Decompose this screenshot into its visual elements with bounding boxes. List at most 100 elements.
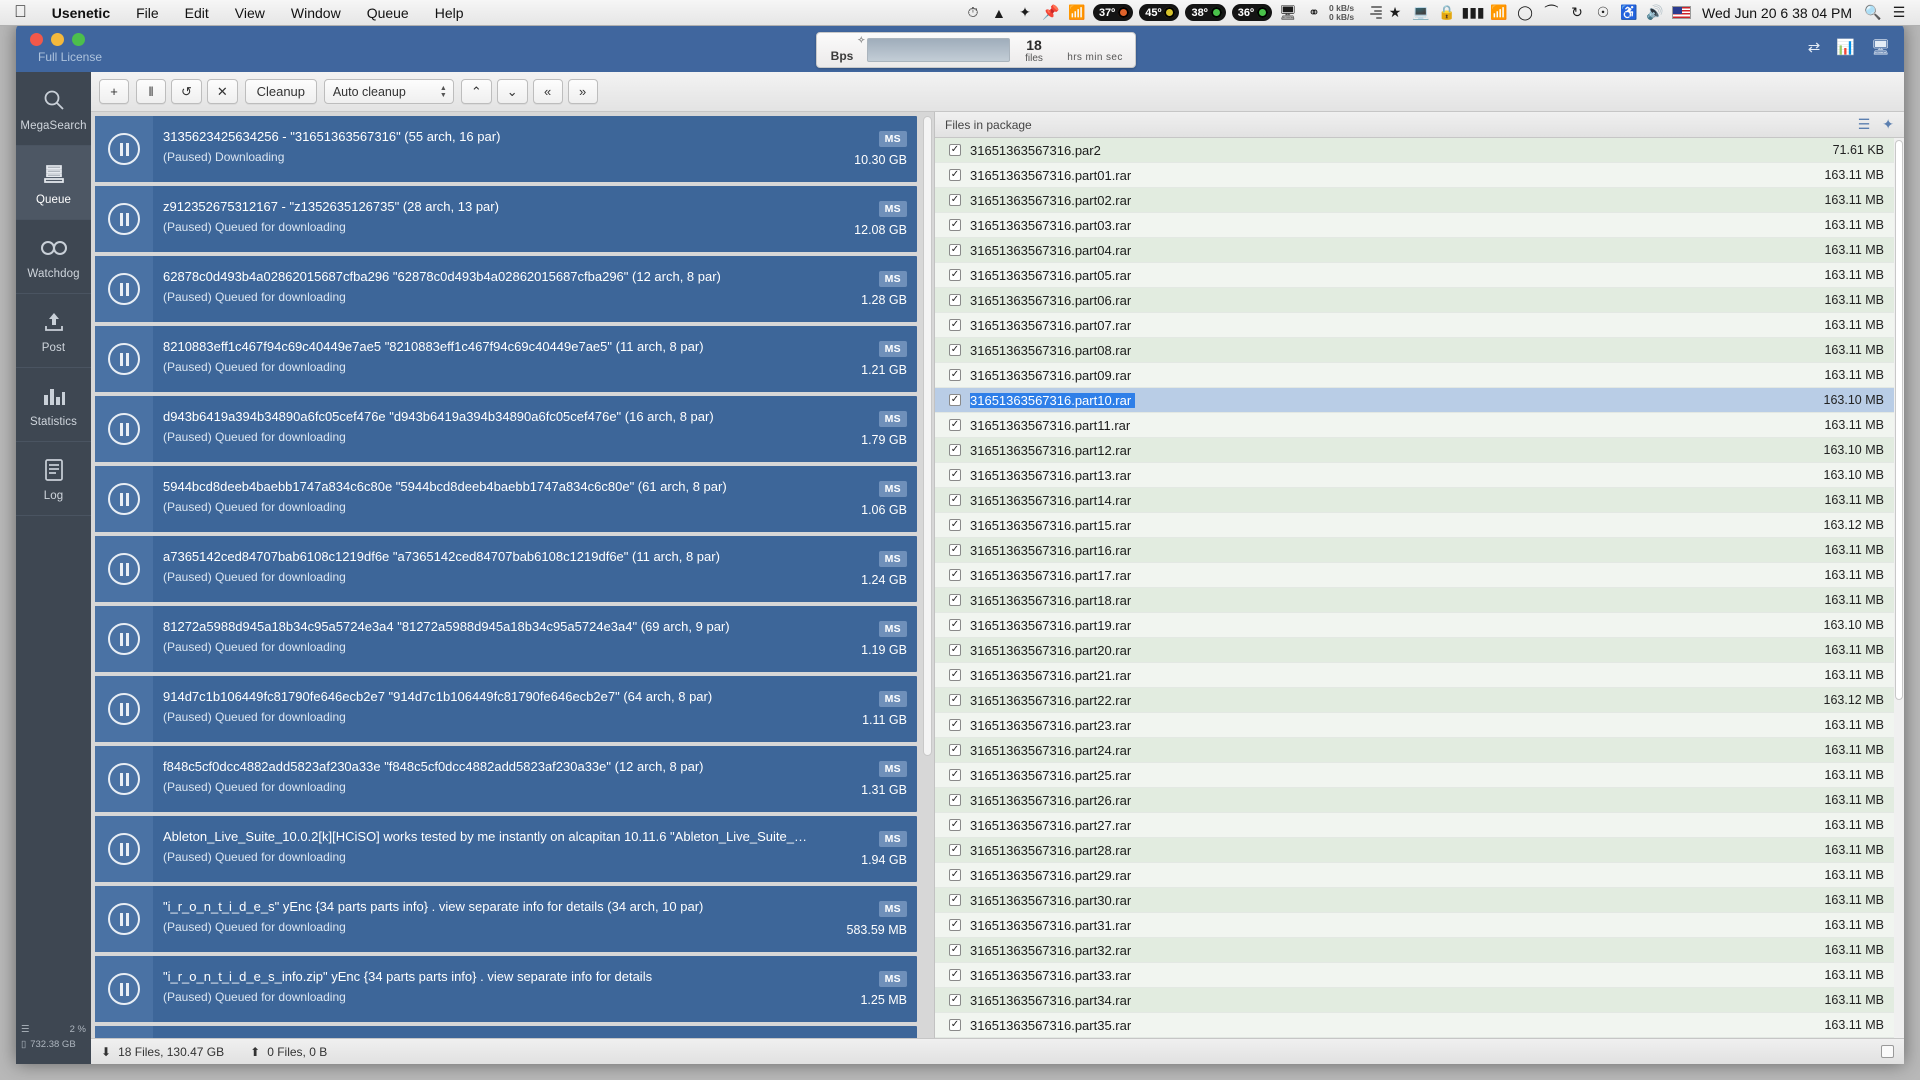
file-row[interactable]: ✓ 31651363567316.par2 71.61 KB [935, 138, 1894, 163]
queue-scrollbar-thumb[interactable] [923, 116, 932, 756]
bug-icon[interactable]: ★ [1382, 2, 1408, 24]
queue-row-pause-button[interactable] [95, 256, 153, 322]
file-checkbox[interactable]: ✓ [949, 994, 961, 1006]
menu-item-help[interactable]: Help [422, 0, 477, 26]
file-checkbox[interactable]: ✓ [949, 394, 961, 406]
file-checkbox[interactable]: ✓ [949, 819, 961, 831]
flag-icon[interactable] [1668, 2, 1694, 24]
file-checkbox[interactable]: ✓ [949, 719, 961, 731]
queue-row[interactable]: 81272a5988d945a18b34c95a5724e3a4 "81272a… [95, 606, 917, 672]
sidebar-item-megasearch[interactable]: MegaSearch [16, 72, 91, 146]
file-checkbox[interactable]: ✓ [949, 169, 961, 181]
file-row[interactable]: ✓ 31651363567316.part14.rar 163.11 MB [935, 488, 1894, 513]
menu-item-file[interactable]: File [123, 0, 172, 26]
search-icon[interactable]: 🔍 [1860, 2, 1886, 24]
file-row[interactable]: ✓ 31651363567316.part17.rar 163.11 MB [935, 563, 1894, 588]
notification-center-icon[interactable]: ☰ [1886, 2, 1912, 24]
file-row[interactable]: ✓ 31651363567316.part31.rar 163.11 MB [935, 913, 1894, 938]
menu-item-edit[interactable]: Edit [172, 0, 222, 26]
speed-widget[interactable]: ✧ Bps 18 files hrs min sec [816, 32, 1136, 68]
file-row[interactable]: ✓ 31651363567316.part04.rar 163.11 MB [935, 238, 1894, 263]
maximize-window-button[interactable] [72, 33, 85, 46]
sidebar-item-watchdog[interactable]: Watchdog [16, 220, 91, 294]
queue-row[interactable]: American_Graffiti_1973_Bluray-1080p_x265… [95, 1026, 917, 1038]
sidebar-item-post[interactable]: Post [16, 294, 91, 368]
file-checkbox[interactable]: ✓ [949, 219, 961, 231]
pin-icon[interactable]: 📌 [1038, 2, 1064, 24]
file-row[interactable]: ✓ 31651363567316.part33.rar 163.11 MB [935, 963, 1894, 988]
remove-button[interactable]: ✕ [206, 79, 238, 104]
file-row[interactable]: ✓ 31651363567316.part11.rar 163.11 MB [935, 413, 1894, 438]
battery-icon[interactable]: ▮▮▮ [1460, 2, 1486, 24]
files-scrollbar[interactable] [1894, 138, 1904, 1038]
layers-icon[interactable]: ☰ [1858, 116, 1871, 133]
eject-icon[interactable]: ⏜ [1538, 2, 1564, 24]
file-checkbox[interactable]: ✓ [949, 344, 961, 356]
move-top-button[interactable]: « [532, 79, 563, 104]
file-checkbox[interactable]: ✓ [949, 844, 961, 856]
queue-row[interactable]: 8210883eff1c467f94c69c40449e7ae5 "821088… [95, 326, 917, 392]
file-checkbox[interactable]: ✓ [949, 244, 961, 256]
queue-row[interactable]: "i_r_o_n_t_i_d_e_s" yEnc {34 parts parts… [95, 886, 917, 952]
file-row[interactable]: ✓ 31651363567316.part35.rar 163.11 MB [935, 1013, 1894, 1038]
sidebar-item-queue[interactable]: Queue [16, 146, 91, 220]
file-checkbox[interactable]: ✓ [949, 469, 961, 481]
queue-list[interactable]: 3135623425634256 - "31651363567316" (55 … [91, 112, 921, 1038]
file-checkbox[interactable]: ✓ [949, 794, 961, 806]
file-row[interactable]: ✓ 31651363567316.part29.rar 163.11 MB [935, 863, 1894, 888]
queue-row-pause-button[interactable] [95, 746, 153, 812]
queue-row-pause-button[interactable] [95, 396, 153, 462]
file-checkbox[interactable]: ✓ [949, 769, 961, 781]
file-row[interactable]: ✓ 31651363567316.part28.rar 163.11 MB [935, 838, 1894, 863]
apple-logo-icon[interactable]:  [14, 3, 39, 23]
network-speed-readout[interactable]: 0 kB/s 0 kB/s [1327, 3, 1356, 22]
queue-row-pause-button[interactable] [95, 816, 153, 882]
auto-cleanup-select[interactable]: Auto cleanup [323, 79, 454, 104]
queue-row-pause-button[interactable] [95, 186, 153, 252]
display-mode-icon[interactable]: 🖥 [1871, 38, 1890, 56]
file-row[interactable]: ✓ 31651363567316.part24.rar 163.11 MB [935, 738, 1894, 763]
file-checkbox[interactable]: ✓ [949, 944, 961, 956]
timemachine-icon[interactable]: ↻ [1564, 2, 1590, 24]
file-checkbox[interactable]: ✓ [949, 919, 961, 931]
queue-row-pause-button[interactable] [95, 606, 153, 672]
minimize-window-button[interactable] [51, 33, 64, 46]
file-row[interactable]: ✓ 31651363567316.part21.rar 163.11 MB [935, 663, 1894, 688]
queue-row[interactable]: Ableton_Live_Suite_10.0.2[k][HCiSO] work… [95, 816, 917, 882]
queue-row[interactable]: z912352675312167 - "z1352635126735" (28 … [95, 186, 917, 252]
menu-item-queue[interactable]: Queue [354, 0, 422, 26]
file-row[interactable]: ✓ 31651363567316.part08.rar 163.11 MB [935, 338, 1894, 363]
file-row[interactable]: ✓ 31651363567316.part02.rar 163.11 MB [935, 188, 1894, 213]
file-checkbox[interactable]: ✓ [949, 369, 961, 381]
file-checkbox[interactable]: ✓ [949, 319, 961, 331]
sidebar-item-statistics[interactable]: Statistics [16, 368, 91, 442]
dropbox-icon[interactable]: ✦ [1012, 2, 1038, 24]
temperature-pill-3[interactable]: 38º [1185, 4, 1226, 21]
file-checkbox[interactable]: ✓ [949, 694, 961, 706]
temperature-pill-4[interactable]: 36º [1231, 4, 1272, 21]
temperature-pill-2[interactable]: 45º [1139, 4, 1180, 21]
move-bottom-button[interactable]: » [567, 79, 598, 104]
file-checkbox[interactable]: ✓ [949, 644, 961, 656]
file-row[interactable]: ✓ 31651363567316.part12.rar 163.10 MB [935, 438, 1894, 463]
network-bars-icon[interactable] [1356, 2, 1383, 24]
file-checkbox[interactable]: ✓ [949, 1019, 961, 1031]
file-row[interactable]: ✓ 31651363567316.part09.rar 163.11 MB [935, 363, 1894, 388]
queue-row[interactable]: a7365142ced84707bab6108c1219df6e "a73651… [95, 536, 917, 602]
bandwidth-icon[interactable]: ⇄ [1808, 38, 1821, 56]
file-checkbox[interactable]: ✓ [949, 594, 961, 606]
queue-row[interactable]: 5944bcd8deeb4baebb1747a834c6c80e "5944bc… [95, 466, 917, 532]
file-row[interactable]: ✓ 31651363567316.part18.rar 163.11 MB [935, 588, 1894, 613]
temperature-pill-1[interactable]: 37º [1092, 4, 1134, 21]
filter-icon[interactable]: ✦ [1882, 116, 1894, 133]
queue-row[interactable]: 62878c0d493b4a02862015687cfba296 "62878c… [95, 256, 917, 322]
stopwatch-icon[interactable]: ⏱ [960, 2, 986, 24]
file-checkbox[interactable]: ✓ [949, 894, 961, 906]
file-checkbox[interactable]: ✓ [949, 269, 961, 281]
queue-scrollbar[interactable] [923, 116, 932, 1034]
file-row[interactable]: ✓ 31651363567316.part05.rar 163.11 MB [935, 263, 1894, 288]
file-checkbox[interactable]: ✓ [949, 544, 961, 556]
queue-row[interactable]: "i_r_o_n_t_i_d_e_s_info.zip" yEnc {34 pa… [95, 956, 917, 1022]
file-checkbox[interactable]: ✓ [949, 669, 961, 681]
queue-row-pause-button[interactable] [95, 1026, 153, 1038]
